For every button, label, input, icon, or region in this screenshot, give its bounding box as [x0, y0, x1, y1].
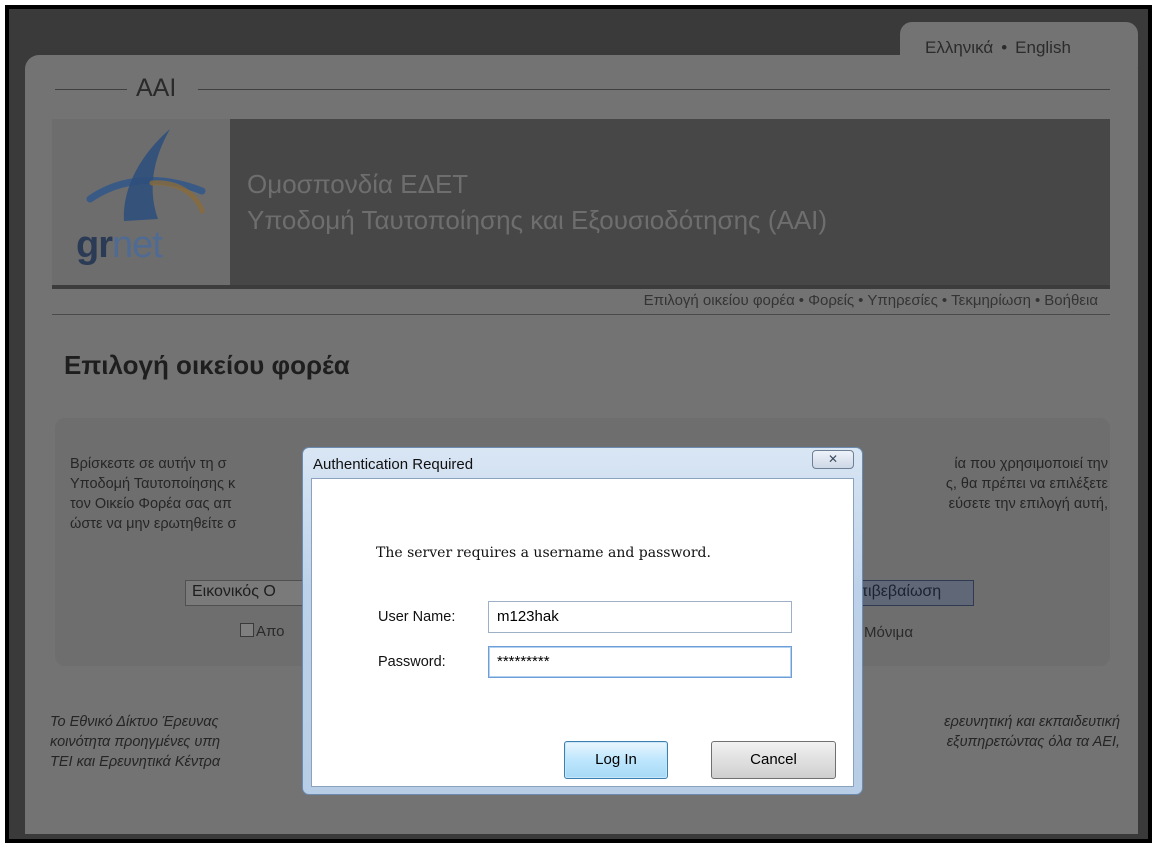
page-title: Επιλογή οικείου φορέα — [64, 350, 350, 380]
aai-rule-left — [55, 89, 127, 90]
password-field[interactable]: ********* — [488, 646, 792, 678]
login-button[interactable]: Log In — [564, 741, 668, 779]
close-button[interactable]: ✕ — [812, 450, 854, 469]
footer-line: ΤΕΙ και Ερευνητικά Κέντρα — [50, 754, 221, 770]
confirm-button[interactable]: πιβεβαίωση — [852, 580, 974, 606]
remember-session-checkbox[interactable]: Απο — [240, 623, 284, 640]
banner-bar — [52, 285, 1110, 289]
auth-dialog: Authentication Required ✕ The server req… — [302, 447, 863, 795]
intro-line: ς, θα πρέπει να επιλέξετε — [945, 476, 1108, 492]
nav-separator: • — [798, 292, 805, 309]
footer-text-left: Το Εθνικό Δίκτυο Έρευνας κοινότητα προηγ… — [50, 712, 300, 772]
organization-select[interactable]: Εικονικός Ο — [185, 580, 305, 606]
username-label: User Name: — [378, 609, 456, 625]
nav-item-help[interactable]: Βοήθεια — [1044, 292, 1098, 309]
username-field[interactable]: m123hak — [488, 601, 792, 633]
aai-rule-right — [198, 89, 1110, 90]
intro-text-right: ία που χρησιμοποιεί την ς, θα πρέπει να … — [858, 454, 1108, 518]
lang-separator: • — [1001, 38, 1008, 57]
cancel-button[interactable]: Cancel — [711, 741, 836, 779]
intro-line: Υποδομή Ταυτοποίησης κ — [70, 476, 236, 492]
footer-line: ερευνητική και εκπαιδευτική — [944, 714, 1120, 730]
footer-line: εξυπηρετώντας όλα τα ΑΕΙ, — [946, 734, 1120, 750]
banner-title-line1: Ομοσπονδία ΕΔΕΤ — [247, 169, 469, 199]
password-label: Password: — [378, 654, 446, 670]
footer-line: Το Εθνικό Δίκτυο Έρευνας — [50, 714, 219, 730]
banner-title: Ομοσπονδία ΕΔΕΤ Υποδομή Ταυτοποίησης και… — [247, 166, 827, 238]
intro-line: Βρίσκεστε σε αυτήν τη σ — [70, 456, 227, 472]
intro-line: ία που χρησιμοποιεί την — [954, 456, 1108, 472]
footer-text-right: ερευνητική και εκπαιδευτική εξυπηρετώντα… — [858, 712, 1120, 752]
nav-separator: • — [941, 292, 948, 309]
logo-text-net: net — [112, 224, 163, 266]
nav-item-organizations[interactable]: Φορείς — [808, 292, 854, 309]
intro-line: ώστε να μην ερωτηθείτε σ — [70, 516, 237, 532]
logo-text-gr: gr — [76, 224, 113, 266]
lang-english-link[interactable]: English — [1015, 38, 1071, 57]
intro-line: εύσετε την επιλογή αυτή, — [948, 496, 1108, 512]
nav-separator: • — [858, 292, 864, 309]
aai-title: AAI — [136, 74, 177, 102]
nav-item-documentation[interactable]: Τεκμηρίωση — [951, 292, 1031, 309]
lang-greek-link[interactable]: Ελληνικά — [925, 38, 993, 57]
banner-title-line2: Υποδομή Ταυτοποίησης και Εξουσιοδότησης … — [247, 205, 828, 235]
dialog-message: The server requires a username and passw… — [376, 545, 711, 561]
remember-permanent-label[interactable]: Μόνιμα — [864, 624, 913, 641]
nav-item-home-org[interactable]: Επιλογή οικείου φορέα — [644, 292, 795, 309]
nav-separator: • — [1035, 292, 1041, 309]
language-switcher: Ελληνικά • English — [925, 38, 1071, 58]
intro-text-left: Βρίσκεστε σε αυτήν τη σ Υποδομή Ταυτοποί… — [70, 454, 302, 538]
dialog-title: Authentication Required — [313, 456, 474, 473]
intro-line: τον Οικείο Φορέα σας απ — [70, 496, 232, 512]
close-icon: ✕ — [827, 452, 839, 466]
nav-rule — [52, 314, 1110, 315]
nav-item-services[interactable]: Υπηρεσίες — [867, 292, 937, 309]
checkbox-box[interactable] — [240, 623, 254, 637]
footer-line: κοινότητα προηγμένες υπη — [50, 734, 221, 750]
dialog-body: The server requires a username and passw… — [311, 478, 854, 787]
grnet-logo-text: grnet — [76, 224, 163, 267]
checkbox-label: Απο — [256, 623, 285, 640]
main-nav: Επιλογή οικείου φορέα • Φορείς • Υπηρεσίες • Τ… — [644, 292, 1098, 309]
